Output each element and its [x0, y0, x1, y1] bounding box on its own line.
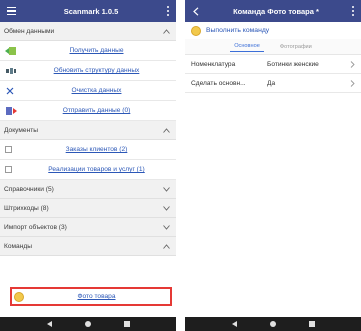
section-label: Импорт объектов (3): [4, 223, 67, 231]
main-screen: Scanmark 1.0.5 Обмен данными Получить да…: [0, 0, 176, 331]
property-row-nomenclature[interactable]: Номенклатура Ботинки женские: [185, 55, 361, 74]
chevron-down-icon: [162, 185, 170, 193]
send-data-link[interactable]: Отправить данные (0): [23, 107, 170, 114]
app-bar: Scanmark 1.0.5: [0, 0, 176, 22]
list-item-update-structure[interactable]: Обновить структуру данных: [0, 61, 176, 81]
chevron-down-icon: [162, 223, 170, 231]
list-item-sales[interactable]: Реализации товаров и услуг (1): [0, 160, 176, 180]
sales-link[interactable]: Реализации товаров и услуг (1): [23, 166, 170, 173]
app-bar: Команда Фото товара *: [185, 0, 361, 22]
chevron-up-icon: [162, 242, 170, 250]
section-label: Команды: [4, 242, 32, 250]
back-nav-icon[interactable]: [231, 321, 237, 327]
section-label: Штрихкоды (8): [4, 204, 49, 212]
property-row-make-main[interactable]: Сделать основн... Да: [185, 74, 361, 93]
list-item-send-data[interactable]: Отправить данные (0): [0, 101, 176, 121]
list-item-get-data[interactable]: Получить данные: [0, 41, 176, 61]
upload-icon: [5, 106, 23, 116]
screen-title: Команда Фото товара *: [233, 6, 319, 16]
list-item-clear-data[interactable]: Очистка данных: [0, 81, 176, 101]
checkbox[interactable]: [5, 166, 12, 173]
clear-data-link[interactable]: Очистка данных: [23, 87, 170, 94]
structure-icon: [5, 66, 23, 76]
coin-icon: [14, 291, 24, 302]
property-key: Номенклатура: [191, 60, 236, 68]
hamburger-icon[interactable]: [0, 0, 22, 22]
list-item-customer-orders[interactable]: Заказы клиентов (2): [0, 140, 176, 160]
recent-apps-icon[interactable]: [308, 321, 315, 327]
section-import[interactable]: Импорт объектов (3): [0, 218, 176, 237]
system-nav-bar: [0, 317, 176, 331]
update-structure-link[interactable]: Обновить структуру данных: [23, 67, 170, 74]
command-screen: Команда Фото товара * Выполнить команду …: [185, 0, 361, 331]
section-barcodes[interactable]: Штрихкоды (8): [0, 199, 176, 218]
property-value: Да: [267, 79, 276, 87]
checkbox[interactable]: [5, 146, 12, 153]
section-commands[interactable]: Команды: [0, 237, 176, 256]
download-icon: [5, 46, 23, 56]
home-nav-icon[interactable]: [84, 321, 91, 327]
chevron-right-icon: [348, 79, 355, 87]
close-icon: [5, 86, 23, 96]
property-key: Сделать основн...: [191, 79, 246, 87]
tab-photos[interactable]: Фотографии: [276, 44, 316, 52]
section-exchange[interactable]: Обмен данными: [0, 22, 176, 41]
home-nav-icon[interactable]: [269, 321, 276, 327]
section-label: Справочники (5): [4, 185, 54, 193]
chevron-up-icon: [162, 126, 170, 134]
customer-orders-link[interactable]: Заказы клиентов (2): [23, 146, 170, 153]
photo-command-link[interactable]: Фото товара: [29, 293, 164, 300]
chevron-up-icon: [162, 27, 170, 35]
coin-icon: [191, 25, 201, 36]
tab-bar: Основное Фотографии: [185, 39, 361, 55]
back-nav-icon[interactable]: [46, 321, 52, 327]
chevron-down-icon: [162, 204, 170, 212]
system-nav-bar: [185, 317, 361, 331]
app-title: Scanmark 1.0.5: [63, 6, 119, 16]
section-label: Документы: [4, 126, 38, 134]
tab-main[interactable]: Основное: [230, 43, 264, 52]
back-arrow-icon[interactable]: [185, 0, 207, 22]
command-item-photo[interactable]: Фото товара: [10, 287, 172, 306]
more-vert-icon[interactable]: [345, 0, 361, 22]
recent-apps-icon[interactable]: [123, 321, 130, 327]
get-data-link[interactable]: Получить данные: [23, 47, 170, 54]
chevron-right-icon: [348, 60, 355, 68]
property-value: Ботинки женские: [267, 60, 319, 68]
execute-command-button[interactable]: Выполнить команду: [185, 22, 361, 39]
section-label: Обмен данными: [4, 27, 55, 35]
execute-command-label: Выполнить команду: [206, 27, 270, 34]
section-documents[interactable]: Документы: [0, 121, 176, 140]
section-catalogs[interactable]: Справочники (5): [0, 180, 176, 199]
more-vert-icon[interactable]: [160, 0, 176, 22]
